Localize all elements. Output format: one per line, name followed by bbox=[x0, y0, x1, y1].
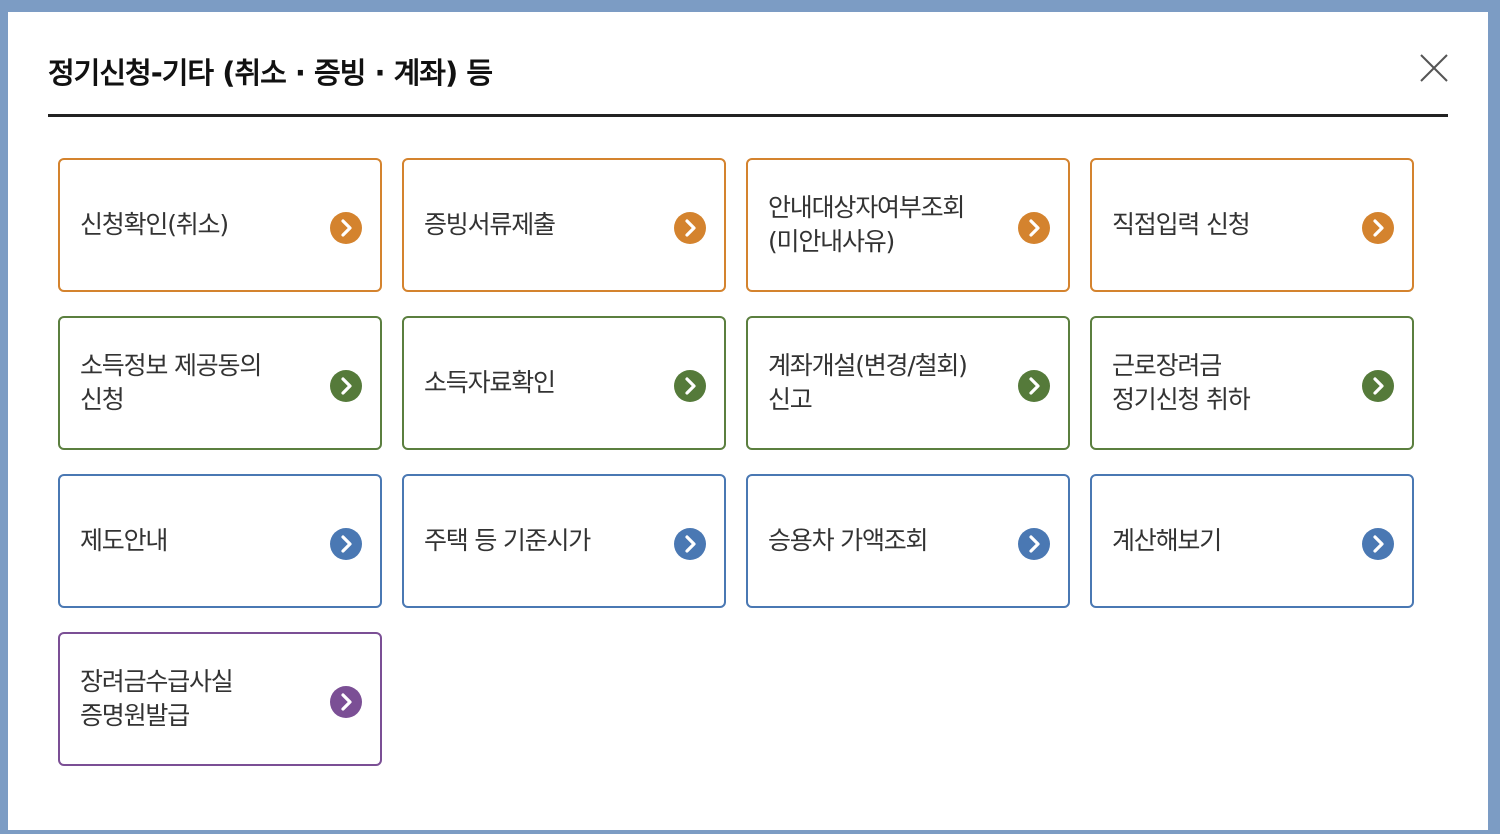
menu-card-submit-evidence[interactable]: 증빙서류제출 bbox=[402, 158, 726, 292]
menu-card-label: 신청확인(취소) bbox=[80, 210, 229, 239]
chevron-right-circle-icon bbox=[674, 370, 706, 402]
menu-card-direct-input-apply[interactable]: 직접입력 신청 bbox=[1090, 158, 1414, 292]
menu-card-label: 소득자료확인 bbox=[424, 368, 556, 397]
chevron-right-circle-icon bbox=[1018, 370, 1050, 402]
menu-card-car-value-lookup[interactable]: 승용차 가액조회 bbox=[746, 474, 1070, 608]
close-icon bbox=[1420, 54, 1448, 82]
menu-grid: 신청확인(취소) 증빙서류제출 안내대상자여부조회 (미안내사유) 직접입력 신… bbox=[58, 158, 1414, 766]
menu-card-label: 장려금수급사실 증명원발급 bbox=[80, 667, 234, 730]
chevron-right-circle-icon bbox=[674, 212, 706, 244]
menu-card-income-data-check[interactable]: 소득자료확인 bbox=[402, 316, 726, 450]
menu-card-label: 주택 등 기준시가 bbox=[424, 526, 591, 555]
chevron-right-circle-icon bbox=[1362, 528, 1394, 560]
chevron-right-circle-icon bbox=[330, 528, 362, 560]
chevron-right-circle-icon bbox=[1018, 528, 1050, 560]
menu-card-label: 계좌개설(변경/철회) 신고 bbox=[768, 351, 968, 414]
chevron-right-circle-icon bbox=[1018, 212, 1050, 244]
chevron-right-circle-icon bbox=[330, 212, 362, 244]
menu-card-calculator[interactable]: 계산해보기 bbox=[1090, 474, 1414, 608]
menu-card-notice-target-lookup[interactable]: 안내대상자여부조회 (미안내사유) bbox=[746, 158, 1070, 292]
menu-card-label: 직접입력 신청 bbox=[1112, 210, 1251, 239]
menu-card-label: 제도안내 bbox=[80, 526, 168, 555]
menu-card-housing-standard-price[interactable]: 주택 등 기준시가 bbox=[402, 474, 726, 608]
menu-card-label: 소득정보 제공동의 신청 bbox=[80, 351, 262, 414]
chevron-right-circle-icon bbox=[330, 686, 362, 718]
modal-dialog: 정기신청-기타 (취소 · 증빙 · 계좌) 등 신청확인(취소) 증빙서류제출… bbox=[8, 12, 1488, 830]
menu-card-label: 계산해보기 bbox=[1112, 526, 1222, 555]
menu-card-label: 승용차 가액조회 bbox=[768, 526, 929, 555]
menu-card-income-consent[interactable]: 소득정보 제공동의 신청 bbox=[58, 316, 382, 450]
menu-card-withdraw-application[interactable]: 근로장려금 정기신청 취하 bbox=[1090, 316, 1414, 450]
chevron-right-circle-icon bbox=[1362, 212, 1394, 244]
menu-card-account-report[interactable]: 계좌개설(변경/철회) 신고 bbox=[746, 316, 1070, 450]
menu-card-label: 안내대상자여부조회 (미안내사유) bbox=[768, 193, 965, 256]
title-divider bbox=[48, 114, 1448, 117]
chevron-right-circle-icon bbox=[330, 370, 362, 402]
menu-card-benefit-certificate[interactable]: 장려금수급사실 증명원발급 bbox=[58, 632, 382, 766]
chevron-right-circle-icon bbox=[674, 528, 706, 560]
menu-card-label: 근로장려금 정기신청 취하 bbox=[1112, 351, 1251, 414]
menu-card-label: 증빙서류제출 bbox=[424, 210, 556, 239]
menu-card-system-guide[interactable]: 제도안내 bbox=[58, 474, 382, 608]
close-button[interactable] bbox=[1416, 50, 1452, 86]
menu-card-apply-confirm-cancel[interactable]: 신청확인(취소) bbox=[58, 158, 382, 292]
dialog-title: 정기신청-기타 (취소 · 증빙 · 계좌) 등 bbox=[48, 56, 493, 90]
chevron-right-circle-icon bbox=[1362, 370, 1394, 402]
